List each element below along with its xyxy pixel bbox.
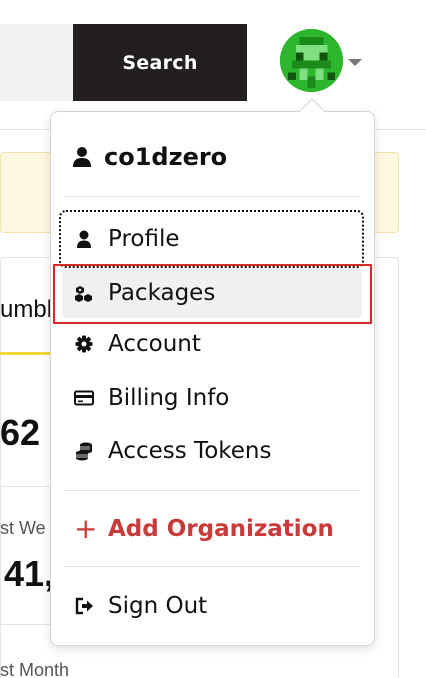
- credit-card-icon: [74, 388, 94, 408]
- gear-icon: [74, 334, 94, 354]
- menu-item-label: Profile: [108, 226, 180, 252]
- menu-item-sign-out[interactable]: Sign Out: [74, 584, 364, 628]
- menu-item-profile[interactable]: Profile: [59, 210, 364, 268]
- menu-item-label: Add Organization: [108, 516, 334, 542]
- plus-icon: +: [74, 512, 98, 545]
- menu-item-label: Access Tokens: [108, 438, 272, 464]
- search-input[interactable]: [0, 24, 73, 101]
- coins-icon: [74, 441, 94, 461]
- menu-item-label: Sign Out: [108, 593, 208, 619]
- username-label: co1dzero: [104, 143, 228, 171]
- sign-out-icon: [74, 596, 94, 616]
- menu-item-label: Packages: [108, 280, 216, 306]
- menu-divider: [64, 566, 360, 567]
- active-tab-underline: [0, 352, 55, 355]
- menu-item-billing-info[interactable]: Billing Info: [74, 376, 364, 420]
- menu-item-label: Account: [108, 331, 201, 357]
- menu-item-account[interactable]: Account: [74, 322, 364, 366]
- stat-label: st We: [0, 518, 46, 538]
- search-button-label: Search: [122, 51, 198, 74]
- stat-label: st Month: [0, 660, 70, 678]
- menu-item-packages[interactable]: Packages: [62, 268, 362, 318]
- stat-value: 62: [0, 412, 41, 453]
- tab-label-fragment[interactable]: umbl: [0, 296, 52, 324]
- menu-item-add-organization[interactable]: + Add Organization: [74, 507, 364, 551]
- menu-item-access-tokens[interactable]: Access Tokens: [74, 429, 364, 473]
- user-icon: [74, 229, 94, 249]
- page: Search umbl 62 st We 41, st Month co1dze…: [0, 0, 426, 678]
- search-button[interactable]: Search: [73, 24, 247, 101]
- menu-username: co1dzero: [72, 140, 227, 174]
- stat-value: 41,: [4, 553, 55, 594]
- menu-divider: [64, 196, 360, 197]
- menu-item-label: Billing Info: [108, 385, 230, 411]
- menu-divider: [64, 490, 360, 491]
- user-icon: [72, 146, 92, 168]
- pixel-avatar-icon[interactable]: [280, 29, 343, 92]
- cubes-icon: [74, 283, 94, 303]
- caret-down-icon[interactable]: [348, 59, 362, 66]
